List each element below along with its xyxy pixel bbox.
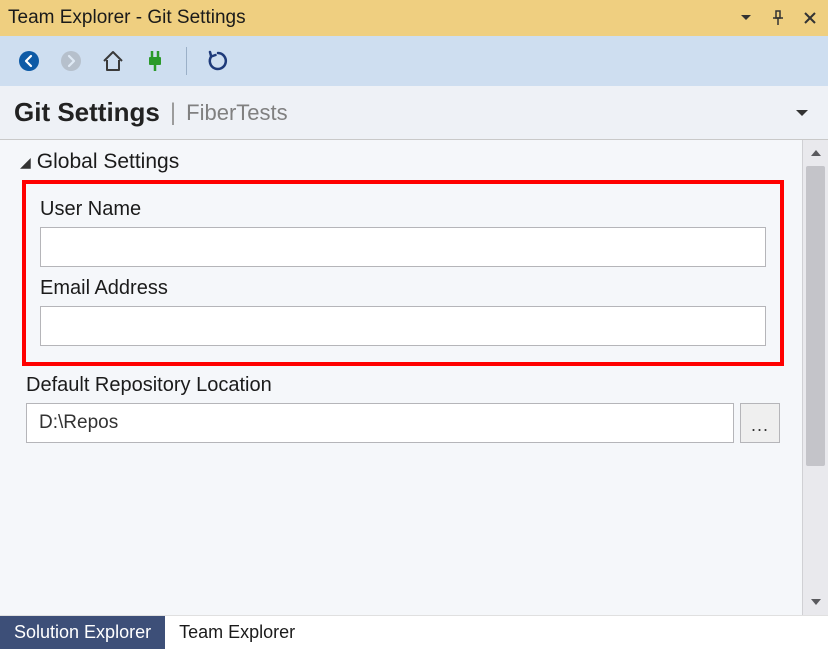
collapse-caret-icon: ◢ [20,154,31,171]
tab-solution-explorer[interactable]: Solution Explorer [0,616,165,649]
repo-location-input[interactable]: D:\Repos [26,403,734,443]
tab-label: Team Explorer [179,622,295,643]
user-name-input[interactable] [40,227,766,267]
scroll-thumb[interactable] [806,166,825,466]
forward-button[interactable] [54,44,88,78]
repo-location-field: Default Repository Location D:\Repos ... [20,374,786,443]
tab-label: Solution Explorer [14,622,151,643]
bottom-tab-bar: Solution Explorer Team Explorer [0,615,828,649]
content-area: ◢ Global Settings User Name Email Addres… [0,140,828,615]
breadcrumb-separator: | [170,99,176,127]
window-controls [736,8,820,28]
tab-team-explorer[interactable]: Team Explorer [165,616,309,649]
pin-icon[interactable] [768,8,788,28]
scroll-up-icon[interactable] [803,140,828,166]
toolbar-separator [186,47,187,75]
browse-label: ... [751,415,769,436]
close-icon[interactable] [800,8,820,28]
global-settings-header[interactable]: ◢ Global Settings [20,150,786,174]
user-name-label: User Name [40,198,766,221]
settings-panel: ◢ Global Settings User Name Email Addres… [0,140,802,615]
window-title-bar: Team Explorer - Git Settings [0,0,828,36]
repo-location-value: D:\Repos [39,412,118,434]
scroll-track[interactable] [803,166,828,589]
home-button[interactable] [96,44,130,78]
refresh-button[interactable] [201,44,235,78]
browse-button[interactable]: ... [740,403,780,443]
breadcrumb-dropdown-icon[interactable] [790,101,814,125]
back-button[interactable] [12,44,46,78]
toolbar [0,36,828,86]
user-name-field: User Name [40,198,766,267]
vertical-scrollbar[interactable] [802,140,828,615]
section-title: Global Settings [37,150,179,174]
plug-icon[interactable] [138,44,172,78]
email-field: Email Address [40,277,766,346]
repo-location-row: D:\Repos ... [26,403,780,443]
page-title: Git Settings [14,97,160,128]
repo-location-label: Default Repository Location [26,374,780,397]
breadcrumb: Git Settings | FiberTests [0,86,828,140]
window-dropdown-icon[interactable] [736,8,756,28]
email-input[interactable] [40,306,766,346]
breadcrumb-project: FiberTests [186,100,287,126]
scroll-down-icon[interactable] [803,589,828,615]
email-label: Email Address [40,277,766,300]
window-title: Team Explorer - Git Settings [8,7,736,29]
highlighted-region: User Name Email Address [22,180,784,366]
